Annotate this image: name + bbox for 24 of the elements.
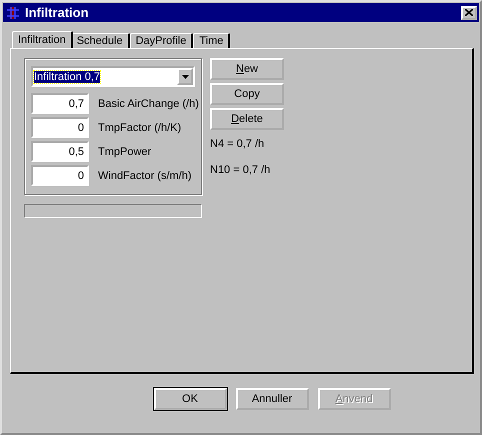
dialog-button[interactable]: OK bbox=[154, 388, 226, 410]
close-icon bbox=[465, 9, 473, 16]
field-label: WindFactor (s/m/h) bbox=[98, 170, 192, 182]
result-text: N10 = 0,7 /h bbox=[210, 163, 272, 178]
field-label: TmpPower bbox=[98, 146, 152, 158]
tab[interactable]: DayProfile bbox=[130, 33, 194, 48]
number-field[interactable]: 0 bbox=[31, 117, 89, 138]
profile-dropdown[interactable]: Infiltration 0,7 bbox=[31, 66, 195, 87]
tab[interactable]: Schedule bbox=[70, 33, 130, 48]
window-title: Infiltration bbox=[25, 5, 90, 20]
action-button[interactable]: Copy bbox=[210, 83, 284, 105]
dialog-button[interactable]: Annuller bbox=[236, 388, 308, 410]
field-label: Basic AirChange (/h) bbox=[98, 98, 199, 110]
tab[interactable]: Infiltration bbox=[12, 31, 73, 48]
tab[interactable]: Time bbox=[193, 33, 230, 48]
field-label: TmpFactor (/h/K) bbox=[98, 122, 182, 134]
number-field[interactable]: 0,7 bbox=[31, 93, 89, 114]
number-field[interactable]: 0 bbox=[31, 165, 89, 186]
action-button[interactable]: New bbox=[210, 58, 284, 80]
app-icon bbox=[6, 6, 20, 20]
close-button[interactable] bbox=[461, 6, 477, 20]
number-field[interactable]: 0,5 bbox=[31, 141, 89, 162]
result-text: N4 = 0,7 /h bbox=[210, 137, 266, 152]
action-button[interactable]: Delete bbox=[210, 108, 284, 130]
